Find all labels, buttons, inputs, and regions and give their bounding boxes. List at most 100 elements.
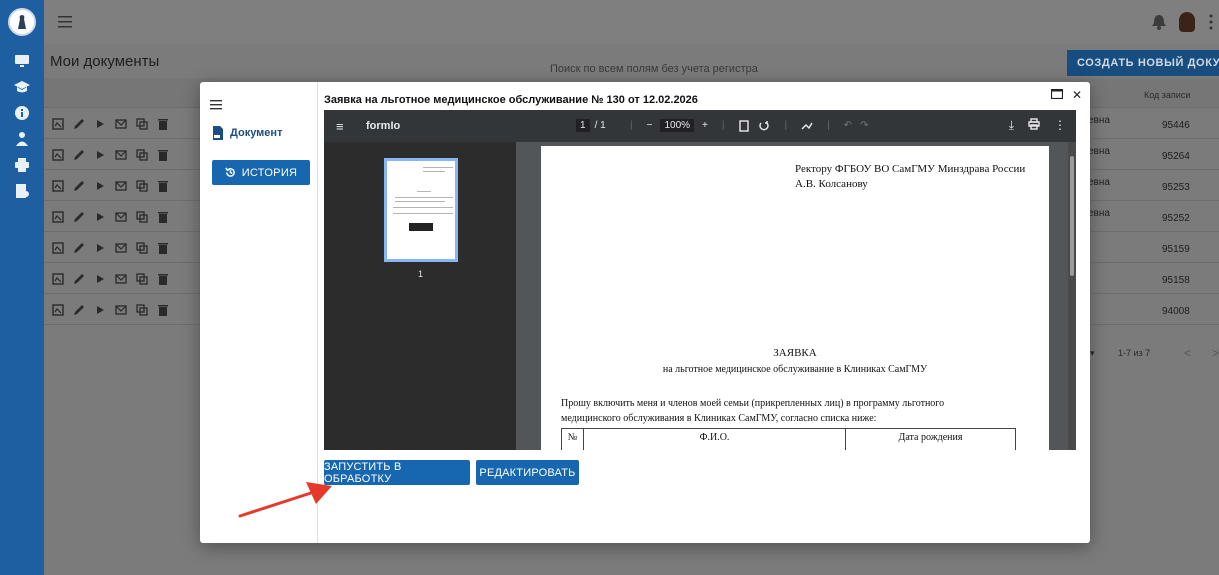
maximize-icon[interactable] <box>1050 88 1064 102</box>
delete-icon[interactable] <box>157 272 169 285</box>
info-icon[interactable] <box>13 104 31 122</box>
delete-icon[interactable] <box>157 179 169 192</box>
pdf-scrollbar[interactable] <box>1068 142 1076 450</box>
pdf-menu-icon[interactable]: ≡ <box>336 119 344 134</box>
process-button[interactable]: ЗАПУСТИТЬ В ОБРАБОТКУ <box>324 460 470 485</box>
copy-icon[interactable] <box>136 117 148 130</box>
bell-icon[interactable] <box>1151 13 1167 31</box>
run-icon[interactable] <box>94 272 106 284</box>
table-header-birthdate: Дата рождения <box>845 428 1016 450</box>
print-icon[interactable] <box>1028 118 1040 130</box>
pdf-viewer: ≡ formIo 1 / 1 | − 100% + | | | ↶ ↷ ⤓ ⋮ … <box>324 110 1076 450</box>
top-bar <box>44 0 1219 44</box>
copy-icon[interactable] <box>136 303 148 316</box>
next-page-button[interactable]: > <box>1212 346 1219 360</box>
zoom-level-input[interactable]: 100% <box>660 119 695 132</box>
delete-icon[interactable] <box>157 117 169 130</box>
zoom-out-icon[interactable]: − <box>647 120 653 131</box>
user-doc-icon[interactable] <box>13 182 31 200</box>
run-icon[interactable] <box>94 210 106 222</box>
history-button[interactable]: ИСТОРИЯ <box>212 160 310 185</box>
email-icon[interactable] <box>115 272 127 284</box>
email-icon[interactable] <box>115 303 127 315</box>
person-icon[interactable] <box>13 130 31 148</box>
run-icon[interactable] <box>94 241 106 253</box>
preview-icon[interactable] <box>52 148 64 161</box>
email-icon[interactable] <box>115 117 127 129</box>
copy-icon[interactable] <box>136 272 148 285</box>
zoom-in-icon[interactable]: + <box>702 120 708 131</box>
email-icon[interactable] <box>115 148 127 160</box>
email-icon[interactable] <box>115 210 127 222</box>
preview-icon[interactable] <box>52 179 64 192</box>
copy-icon[interactable] <box>136 210 148 223</box>
page-thumbnail[interactable] <box>384 158 458 262</box>
pagination: ▾ 1-7 из 7 < > <box>1090 346 1219 364</box>
rotate-icon[interactable] <box>758 120 770 132</box>
row-actions <box>52 241 169 254</box>
modal-sidebar: Документ ИСТОРИЯ <box>200 82 318 543</box>
delete-icon[interactable] <box>157 148 169 161</box>
row-code: 95252 <box>1162 213 1190 224</box>
preview-icon[interactable] <box>52 117 64 130</box>
edit-icon[interactable] <box>73 303 85 315</box>
row-actions <box>52 272 169 285</box>
address-line-1: Ректору ФГБОУ ВО СамГМУ Минздрава России <box>795 163 1026 175</box>
page-current-input[interactable]: 1 <box>576 119 590 132</box>
modal-menu-icon[interactable] <box>210 97 222 110</box>
fit-page-icon[interactable] <box>738 119 750 132</box>
row-code: 95446 <box>1162 120 1190 131</box>
edit-icon[interactable] <box>73 272 85 284</box>
delete-icon[interactable] <box>157 210 169 223</box>
copy-icon[interactable] <box>136 179 148 192</box>
preview-icon[interactable] <box>52 272 64 285</box>
row-actions <box>52 210 169 223</box>
prev-page-button[interactable]: < <box>1184 346 1191 360</box>
row-code: 95253 <box>1162 182 1190 193</box>
kebab-menu-icon[interactable] <box>1209 14 1213 30</box>
delete-icon[interactable] <box>157 241 169 254</box>
close-icon[interactable]: ✕ <box>1072 88 1082 102</box>
row-code: 94008 <box>1162 306 1190 317</box>
menu-icon[interactable] <box>58 14 78 30</box>
preview-icon[interactable] <box>52 241 64 254</box>
zoom-controls: | − 100% + | | | ↶ ↷ <box>630 119 869 132</box>
run-icon[interactable] <box>94 148 106 160</box>
run-icon[interactable] <box>94 179 106 191</box>
pdf-heading: ЗАЯВКА <box>773 347 817 359</box>
create-document-button[interactable]: СОЗДАТЬ НОВЫЙ ДОКУМЕНТ <box>1067 50 1219 76</box>
rows-per-page-dropdown-icon[interactable]: ▾ <box>1090 348 1095 359</box>
email-icon[interactable] <box>115 241 127 253</box>
pdf-more-icon[interactable]: ⋮ <box>1054 118 1066 133</box>
preview-icon[interactable] <box>52 303 64 316</box>
pdf-subheading: на льготное медицинское обслуживание в К… <box>662 364 928 375</box>
row-name-fragment: евна <box>1088 208 1110 219</box>
edit-icon[interactable] <box>73 117 85 129</box>
download-icon[interactable]: ⤓ <box>1009 118 1014 133</box>
document-link[interactable]: Документ <box>212 126 282 140</box>
email-icon[interactable] <box>115 179 127 191</box>
edit-icon[interactable] <box>73 148 85 160</box>
copy-icon[interactable] <box>136 241 148 254</box>
run-icon[interactable] <box>94 117 106 129</box>
row-actions <box>52 179 169 192</box>
annotate-icon[interactable] <box>801 120 813 132</box>
copy-icon[interactable] <box>136 148 148 161</box>
annotation-arrow-icon <box>238 482 332 518</box>
printer-icon[interactable] <box>13 156 31 174</box>
edit-icon[interactable] <box>73 179 85 191</box>
delete-icon[interactable] <box>157 303 169 316</box>
edit-icon[interactable] <box>73 210 85 222</box>
preview-icon[interactable] <box>52 210 64 223</box>
redo-icon[interactable]: ↷ <box>860 120 868 131</box>
table-header-fio: Ф.И.О. <box>583 428 846 450</box>
edit-icon[interactable] <box>73 241 85 253</box>
edit-button[interactable]: РЕДАКТИРОВАТЬ <box>476 460 579 485</box>
pagination-range: 1-7 из 7 <box>1118 348 1151 358</box>
undo-icon[interactable]: ↶ <box>844 120 852 131</box>
user-avatar[interactable] <box>1179 12 1195 32</box>
monitor-icon[interactable] <box>13 52 31 70</box>
graduation-cap-icon[interactable] <box>13 78 31 96</box>
app-logo[interactable] <box>8 8 36 36</box>
run-icon[interactable] <box>94 303 106 315</box>
